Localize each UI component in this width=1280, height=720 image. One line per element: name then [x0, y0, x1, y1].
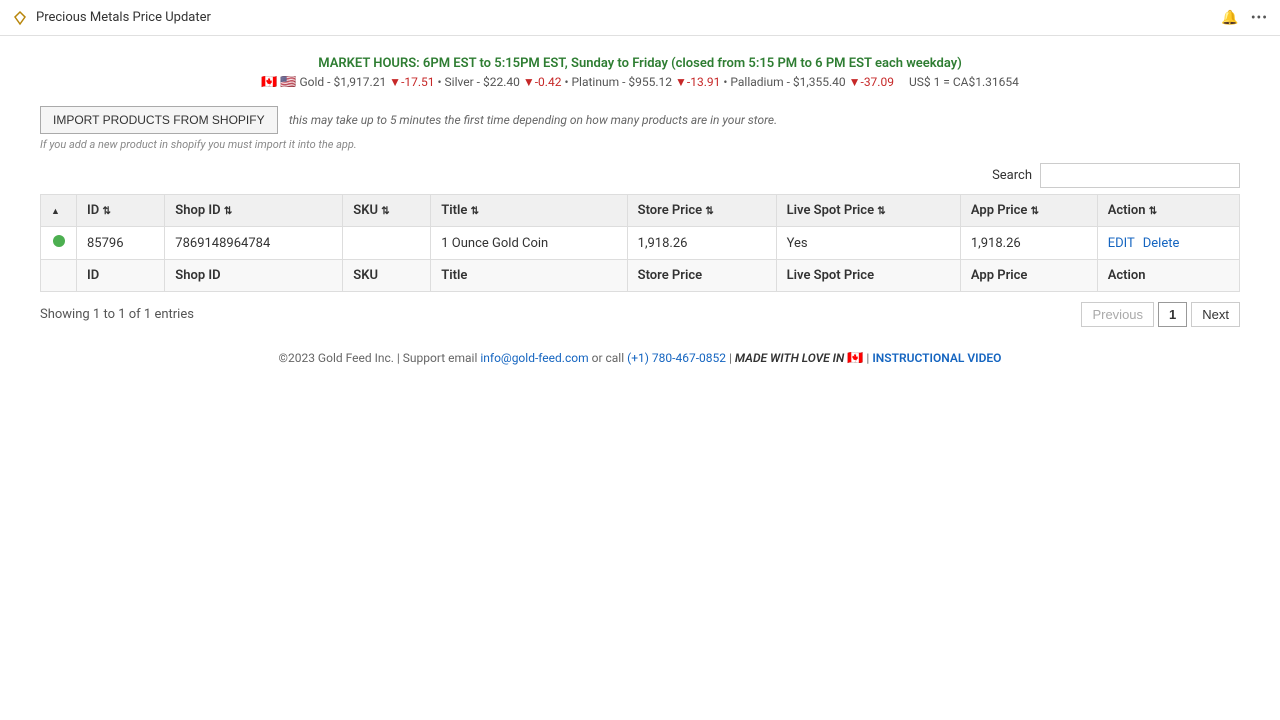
gold-price: Gold - $1,917.21 ▼-17.51 — [299, 75, 437, 89]
silver-price: Silver - $22.40 ▼-0.42 — [445, 75, 565, 89]
sort-id-icon — [102, 203, 110, 218]
footer-col-title: Title — [431, 260, 627, 292]
col-header-id[interactable]: ID — [77, 195, 165, 227]
cell-shopId: 7869148964784 — [165, 227, 343, 260]
table-footer-header-row: ID Shop ID SKU Title Store Price Live Sp… — [41, 260, 1240, 292]
canada-flag-icon: 🇨🇦 — [261, 75, 277, 90]
support-email-link[interactable]: info@gold-feed.com — [480, 351, 588, 365]
cell-title: 1 Ounce Gold Coin — [431, 227, 627, 260]
col-header-action[interactable]: Action — [1097, 195, 1239, 227]
app-title: Precious Metals Price Updater — [36, 10, 211, 25]
separator: | — [726, 351, 735, 365]
col-header-status[interactable] — [41, 195, 77, 227]
usa-flag-icon: 🇺🇸 — [280, 75, 296, 90]
footer-col-sku: SKU — [343, 260, 431, 292]
main-content: MARKET HOURS: 6PM EST to 5:15PM EST, Sun… — [0, 36, 1280, 720]
phone-link[interactable]: (+1) 780-467-0852 — [627, 351, 726, 365]
table-header-row: ID Shop ID SKU Title Store Price Live Sp… — [41, 195, 1240, 227]
footer-col-shop-id: Shop ID — [165, 260, 343, 292]
col-header-shop-id[interactable]: Shop ID — [165, 195, 343, 227]
table-row: 8579678691489647841 Ounce Gold Coin1,918… — [41, 227, 1240, 260]
search-row: Search — [40, 163, 1240, 188]
app-icon — [12, 10, 28, 26]
delete-link[interactable]: Delete — [1143, 236, 1180, 251]
market-prices: 🇨🇦 🇺🇸 Gold - $1,917.21 ▼-17.51 • Silver … — [40, 75, 1240, 90]
search-label: Search — [992, 168, 1032, 183]
footer-col-store-price: Store Price — [627, 260, 776, 292]
active-status-dot — [53, 235, 65, 247]
col-header-sku[interactable]: SKU — [343, 195, 431, 227]
col-header-app-price[interactable]: App Price — [960, 195, 1097, 227]
title-bar: Precious Metals Price Updater 🔔 ••• — [0, 0, 1280, 36]
footer-col-status — [41, 260, 77, 292]
platinum-change: ▼-13.91 — [675, 75, 720, 89]
sort-action-icon — [1149, 203, 1157, 218]
cell-sku — [343, 227, 431, 260]
exchange-rate: US$ 1 = CA$1.31654 — [909, 75, 1019, 89]
col-header-live-spot-price[interactable]: Live Spot Price — [776, 195, 960, 227]
search-input[interactable] — [1040, 163, 1240, 188]
showing-text: Showing 1 to 1 of 1 entries — [40, 307, 194, 322]
platinum-price: Platinum - $955.12 ▼-13.91 — [571, 75, 723, 89]
title-bar-right: 🔔 ••• — [1221, 10, 1268, 26]
col-header-store-price[interactable]: Store Price — [627, 195, 776, 227]
footer-col-id: ID — [77, 260, 165, 292]
more-options-icon[interactable]: ••• — [1251, 10, 1268, 26]
products-table: ID Shop ID SKU Title Store Price Live Sp… — [40, 194, 1240, 292]
made-with-text: MADE WITH LOVE IN — [735, 351, 844, 365]
next-button[interactable]: Next — [1191, 302, 1240, 327]
previous-button[interactable]: Previous — [1081, 302, 1154, 327]
notification-icon[interactable]: 🔔 — [1221, 10, 1238, 26]
pagination-row: Showing 1 to 1 of 1 entries Previous 1 N… — [40, 302, 1240, 327]
cell-id: 85796 — [77, 227, 165, 260]
sort-status-icon — [51, 203, 60, 218]
import-subtext: If you add a new product in shopify you … — [40, 138, 1240, 151]
market-hours-text: MARKET HOURS: 6PM EST to 5:15PM EST, Sun… — [40, 56, 1240, 71]
footer-col-live-spot: Live Spot Price — [776, 260, 960, 292]
copyright-text: ©2023 Gold Feed Inc. | Support email — [279, 351, 481, 365]
or-call-text: or call — [589, 351, 627, 365]
cell-liveSpotPrice: Yes — [776, 227, 960, 260]
sort-shopid-icon — [224, 203, 232, 218]
status-cell — [41, 227, 77, 260]
footer: ©2023 Gold Feed Inc. | Support email inf… — [40, 351, 1240, 366]
sort-store-price-icon — [705, 203, 713, 218]
cell-storePrice: 1,918.26 — [627, 227, 776, 260]
cell-appPrice: 1,918.26 — [960, 227, 1097, 260]
footer-col-app-price: App Price — [960, 260, 1097, 292]
palladium-price: Palladium - $1,355.40 ▼-37.09 — [730, 75, 897, 89]
market-banner: MARKET HOURS: 6PM EST to 5:15PM EST, Sun… — [40, 56, 1240, 90]
import-area: IMPORT PRODUCTS FROM SHOPIFY this may ta… — [40, 106, 1240, 151]
sort-app-price-icon — [1031, 203, 1039, 218]
sort-live-spot-icon — [877, 203, 885, 218]
pagination-controls: Previous 1 Next — [1081, 302, 1240, 327]
instructional-video-link[interactable]: INSTRUCTIONAL VIDEO — [872, 351, 1001, 365]
palladium-change: ▼-37.09 — [849, 75, 894, 89]
canada-flag-footer-icon: 🇨🇦 — [847, 351, 863, 366]
import-products-button[interactable]: IMPORT PRODUCTS FROM SHOPIFY — [40, 106, 278, 134]
action-cell: EDIT Delete — [1097, 227, 1239, 260]
page-1-button[interactable]: 1 — [1158, 302, 1187, 327]
silver-change: ▼-0.42 — [523, 75, 562, 89]
title-bar-left: Precious Metals Price Updater — [12, 10, 211, 26]
import-note: this may take up to 5 minutes the first … — [289, 113, 777, 127]
gold-change: ▼-17.51 — [389, 75, 434, 89]
edit-link[interactable]: EDIT — [1108, 236, 1135, 251]
footer-col-action: Action — [1097, 260, 1239, 292]
sort-sku-icon — [381, 203, 389, 218]
col-header-title[interactable]: Title — [431, 195, 627, 227]
sort-title-icon — [471, 203, 479, 218]
